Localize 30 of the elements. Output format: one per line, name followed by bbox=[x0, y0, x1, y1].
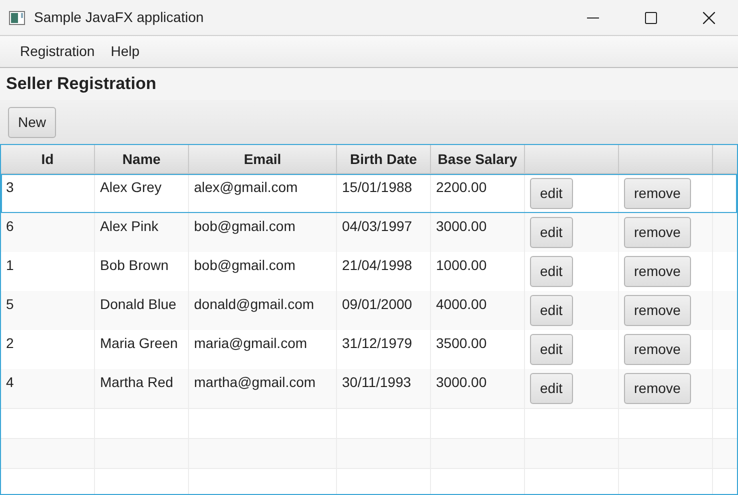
remove-button[interactable]: remove bbox=[624, 334, 691, 365]
maximize-icon bbox=[645, 12, 657, 24]
column-header[interactable]: Name bbox=[95, 145, 189, 173]
window-title: Sample JavaFX application bbox=[34, 8, 204, 27]
table-row[interactable]: 4 Martha Red martha@gmail.com 30/11/1993 3000.00 edit remove bbox=[1, 369, 737, 408]
remove-button[interactable]: remove bbox=[624, 178, 691, 209]
edit-button[interactable]: edit bbox=[530, 334, 573, 365]
section-heading: Seller Registration bbox=[6, 73, 156, 96]
column-header[interactable]: Id bbox=[1, 145, 95, 173]
table-row[interactable]: 3 Alex Grey alex@gmail.com 15/01/1988 2200.00 edit remove bbox=[1, 174, 737, 213]
edit-button[interactable]: edit bbox=[530, 178, 573, 209]
edit-button[interactable]: edit bbox=[530, 256, 573, 287]
close-icon bbox=[703, 12, 715, 24]
menu-item[interactable]: Registration bbox=[12, 41, 103, 62]
app-icon bbox=[9, 10, 25, 24]
column-header[interactable]: Email bbox=[189, 145, 337, 173]
edit-button[interactable]: edit bbox=[530, 217, 573, 248]
remove-button[interactable]: remove bbox=[624, 256, 691, 287]
column-header[interactable]: Birth Date bbox=[337, 145, 431, 173]
remove-button[interactable]: remove bbox=[624, 217, 691, 248]
edit-button[interactable]: edit bbox=[530, 295, 573, 326]
edit-button[interactable]: edit bbox=[530, 373, 573, 404]
column-header[interactable]: Base Salary bbox=[431, 145, 525, 173]
minimize-icon bbox=[587, 16, 599, 18]
new-button[interactable]: New bbox=[8, 106, 56, 138]
menu-item[interactable]: Help bbox=[102, 41, 148, 62]
table-row[interactable]: 6 Alex Pink bob@gmail.com 04/03/1997 3000.00 edit remove bbox=[1, 213, 737, 252]
remove-button[interactable]: remove bbox=[624, 373, 691, 404]
table-row[interactable]: 5 Donald Blue donald@gmail.com 09/01/2000 4000.00 edit remove bbox=[1, 291, 737, 330]
remove-button[interactable]: remove bbox=[624, 295, 691, 326]
